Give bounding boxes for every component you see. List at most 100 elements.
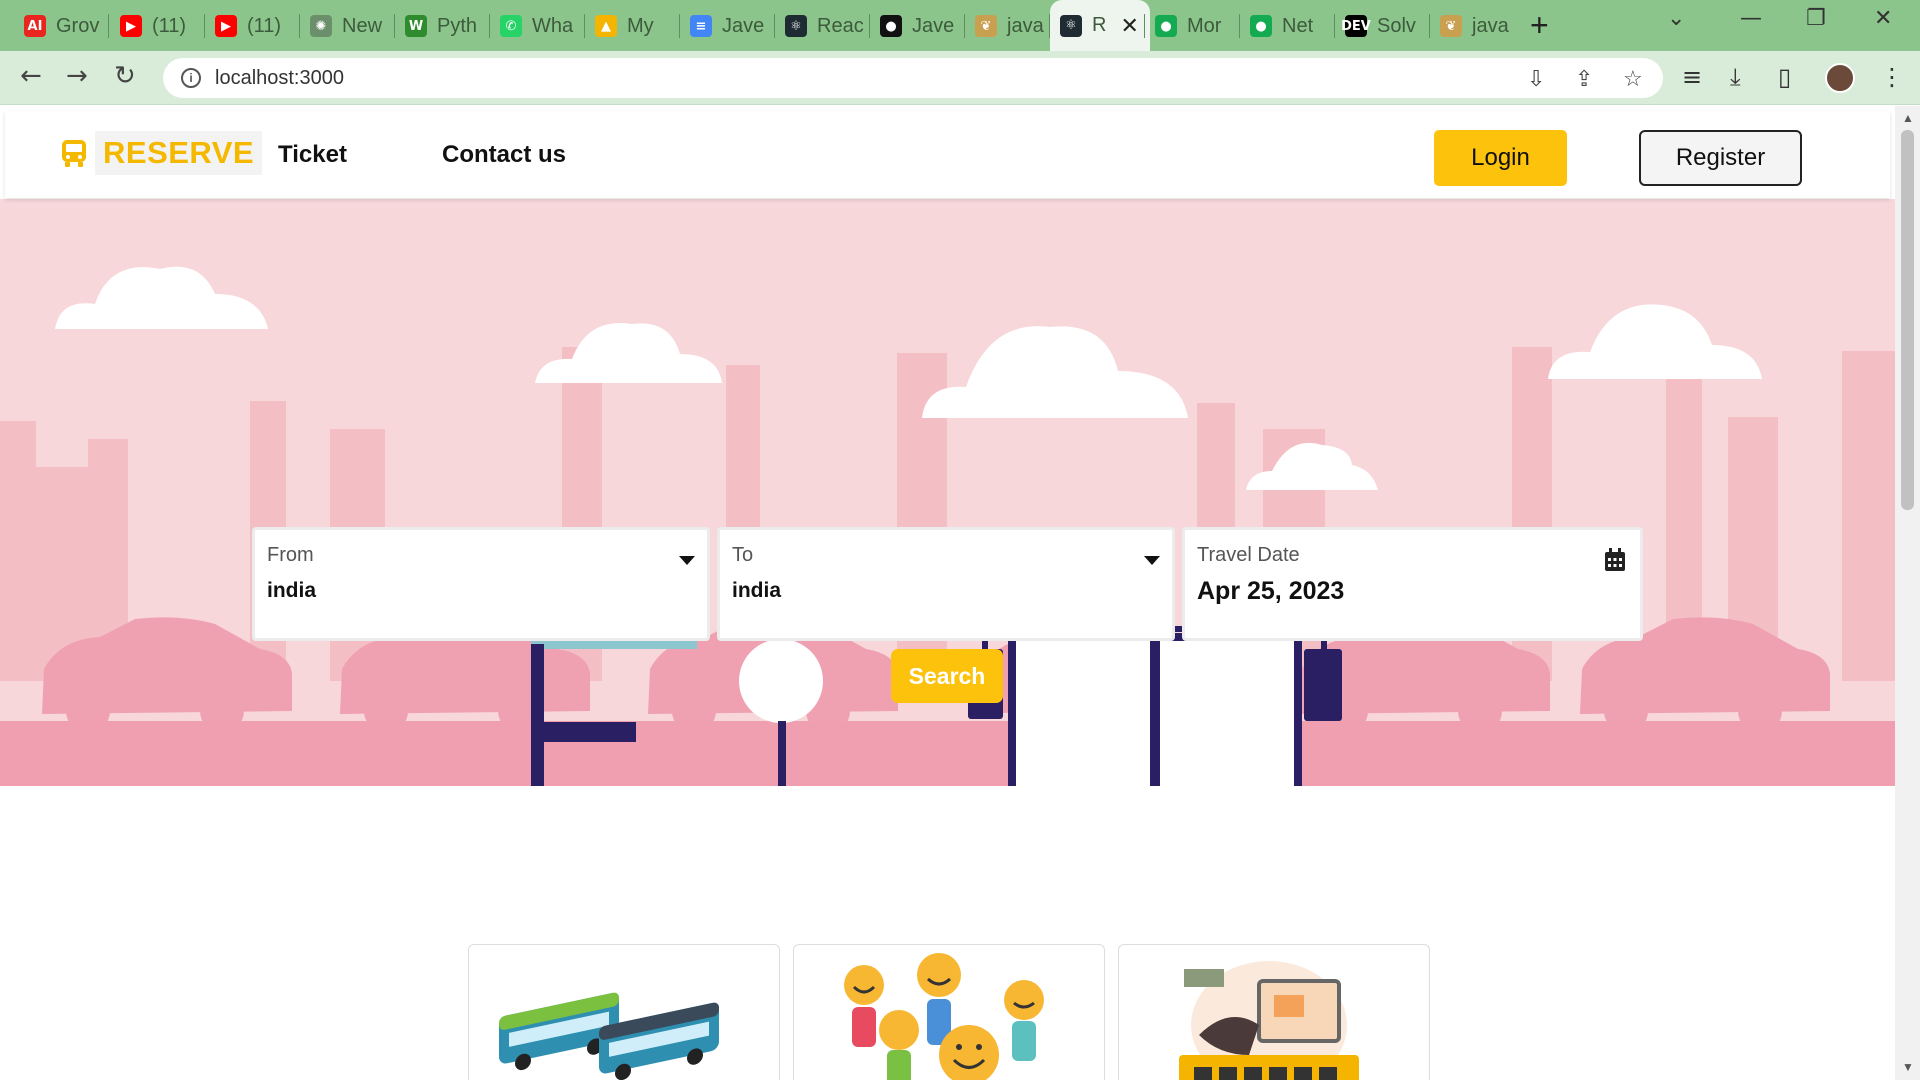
bus-icon [62, 140, 86, 167]
nav-link-ticket[interactable]: Ticket [278, 141, 347, 169]
whatsapp-icon: ✆ [500, 15, 522, 37]
tab-separator [108, 14, 109, 38]
mongodb-icon: ● [1155, 15, 1177, 37]
close-tab-icon[interactable]: ✕ [1120, 13, 1138, 39]
booking-illustration [1179, 961, 1359, 1080]
happy-people-illustration [844, 953, 1044, 1080]
to-value: india [732, 579, 782, 602]
tab-title: Pyth [437, 14, 478, 37]
browser-tab[interactable]: ● Mor [1145, 9, 1237, 43]
to-select[interactable]: To india [717, 527, 1175, 641]
dev-icon: DEV [1341, 15, 1371, 37]
brand-name: RESERVE [95, 131, 263, 175]
address-bar[interactable]: i localhost:3000 ⇩ ⇪ ☆ [163, 58, 1663, 98]
bookmark-star-icon[interactable]: ☆ [1623, 67, 1643, 92]
from-value: india [267, 579, 317, 602]
tab-title: Solv [1377, 14, 1416, 37]
hero-section: From india To india Travel Date Apr 25, … [0, 199, 1895, 786]
media-control-icon[interactable]: ≡ [1682, 63, 1702, 91]
tab-title: R [1092, 14, 1107, 36]
restore-icon[interactable]: ❐ [1806, 6, 1826, 31]
feature-card-happy-customers [793, 944, 1105, 1080]
ai-icon: AI [24, 15, 46, 37]
forward-icon[interactable]: → [66, 61, 88, 91]
feature-card-booking [1118, 944, 1430, 1080]
tab-title: Mor [1187, 14, 1222, 37]
browser-tab[interactable]: AI Grov [14, 9, 106, 43]
leaf-icon: ❦ [975, 15, 997, 37]
tab-title: Jave [912, 14, 955, 37]
github-icon: ● [880, 15, 902, 37]
leaf-icon: ❦ [1440, 15, 1462, 37]
browser-tab[interactable]: ▲ My [585, 9, 677, 43]
browser-tab[interactable]: ✺ New [300, 9, 392, 43]
tab-title: Net [1282, 14, 1314, 37]
site-info-icon[interactable]: i [181, 68, 201, 88]
feature-card-buses [468, 944, 780, 1080]
calendar-icon[interactable] [1604, 548, 1626, 572]
browser-window: AI Grov ▶ (11) ▶ (11) ✺ New W Pyth ✆ Wha ▲ My ≡ Jave ⚛ Re… [0, 0, 1920, 1080]
tab-title: Reac [817, 14, 864, 37]
page-viewport: From india To india Travel Date Apr 25, … [0, 106, 1895, 1080]
minimize-icon[interactable]: — [1740, 6, 1762, 31]
tab-search-chevron-icon[interactable]: ⌄ [1667, 6, 1685, 31]
vertical-scrollbar[interactable]: ▲ ▼ [1895, 106, 1920, 1080]
tab-title: Grov [56, 14, 100, 37]
travel-date-value: Apr 25, 2023 [1197, 577, 1345, 605]
openai-icon: ✺ [310, 15, 332, 37]
close-window-icon[interactable]: ✕ [1874, 6, 1892, 31]
share-icon[interactable]: ⇪ [1575, 67, 1593, 92]
travel-date-picker[interactable]: Travel Date Apr 25, 2023 [1182, 527, 1643, 641]
browser-tab[interactable]: ● Net [1240, 9, 1332, 43]
buses-illustration [499, 992, 719, 1080]
browser-tab[interactable]: ▶ (11) [110, 9, 202, 43]
reload-icon[interactable]: ↻ [114, 61, 136, 91]
install-app-icon[interactable]: ⇩ [1527, 67, 1545, 92]
tab-title: New [342, 14, 383, 37]
register-button[interactable]: Register [1639, 130, 1802, 186]
login-button[interactable]: Login [1434, 130, 1567, 186]
scroll-down-arrow-icon[interactable]: ▼ [1902, 1060, 1914, 1074]
browser-tab[interactable]: W Pyth [395, 9, 487, 43]
browser-tab[interactable]: DEV Solv [1335, 9, 1427, 43]
tab-title: Wha [532, 14, 574, 37]
brand-logo[interactable]: RESERVE [59, 129, 263, 177]
scroll-up-arrow-icon[interactable]: ▲ [1902, 111, 1914, 125]
drive-icon: ▲ [595, 15, 617, 37]
browser-tab[interactable]: ❦ java [965, 9, 1047, 43]
to-label: To [732, 544, 754, 566]
travel-date-label: Travel Date [1197, 544, 1300, 566]
scrollbar-thumb[interactable] [1901, 130, 1914, 510]
browser-tab[interactable]: ● Jave [870, 9, 962, 43]
browser-tab[interactable]: ≡ Jave [680, 9, 772, 43]
url-text: localhost:3000 [215, 66, 344, 89]
menu-kebab-icon[interactable]: ⋮ [1880, 63, 1904, 91]
site-navbar: RESERVE Ticket Contact us Login Register [5, 111, 1890, 198]
tab-title: (11) [247, 14, 282, 37]
side-panel-icon[interactable]: ▯ [1778, 63, 1791, 91]
browser-tab[interactable]: ▶ (11) [205, 9, 297, 43]
back-icon[interactable]: ← [20, 61, 42, 91]
docs-icon: ≡ [690, 15, 712, 37]
search-button[interactable]: Search [891, 649, 1003, 703]
browser-tab[interactable]: ✆ Wha [490, 9, 582, 43]
from-label: From [267, 544, 314, 566]
downloads-icon[interactable]: ⤓ [1730, 63, 1741, 91]
mongodb-icon: ● [1250, 15, 1272, 37]
browser-toolbar: ← → ↻ i localhost:3000 ⇩ ⇪ ☆ ≡ ⤓ ▯ ⋮ [0, 51, 1920, 105]
browser-tab[interactable]: ❦ java [1430, 9, 1520, 43]
react-icon: ⚛ [1060, 14, 1082, 37]
react-icon: ⚛ [785, 15, 807, 37]
tab-strip: AI Grov ▶ (11) ▶ (11) ✺ New W Pyth ✆ Wha ▲ My ≡ Jave ⚛ Re… [0, 0, 1920, 51]
tab-title: java [1007, 14, 1044, 37]
tab-title: Jave [722, 14, 765, 37]
nav-link-contact-us[interactable]: Contact us [442, 141, 566, 169]
from-select[interactable]: From india [252, 527, 710, 641]
tab-title: (11) [152, 14, 187, 37]
browser-tab[interactable]: ⚛ R ✕ [1050, 0, 1150, 51]
w3-icon: W [405, 15, 427, 37]
profile-avatar[interactable] [1825, 63, 1855, 93]
new-tab-plus-icon[interactable]: + [1530, 8, 1549, 42]
chevron-down-icon [679, 556, 695, 565]
browser-tab[interactable]: ⚛ Reac [775, 9, 867, 43]
